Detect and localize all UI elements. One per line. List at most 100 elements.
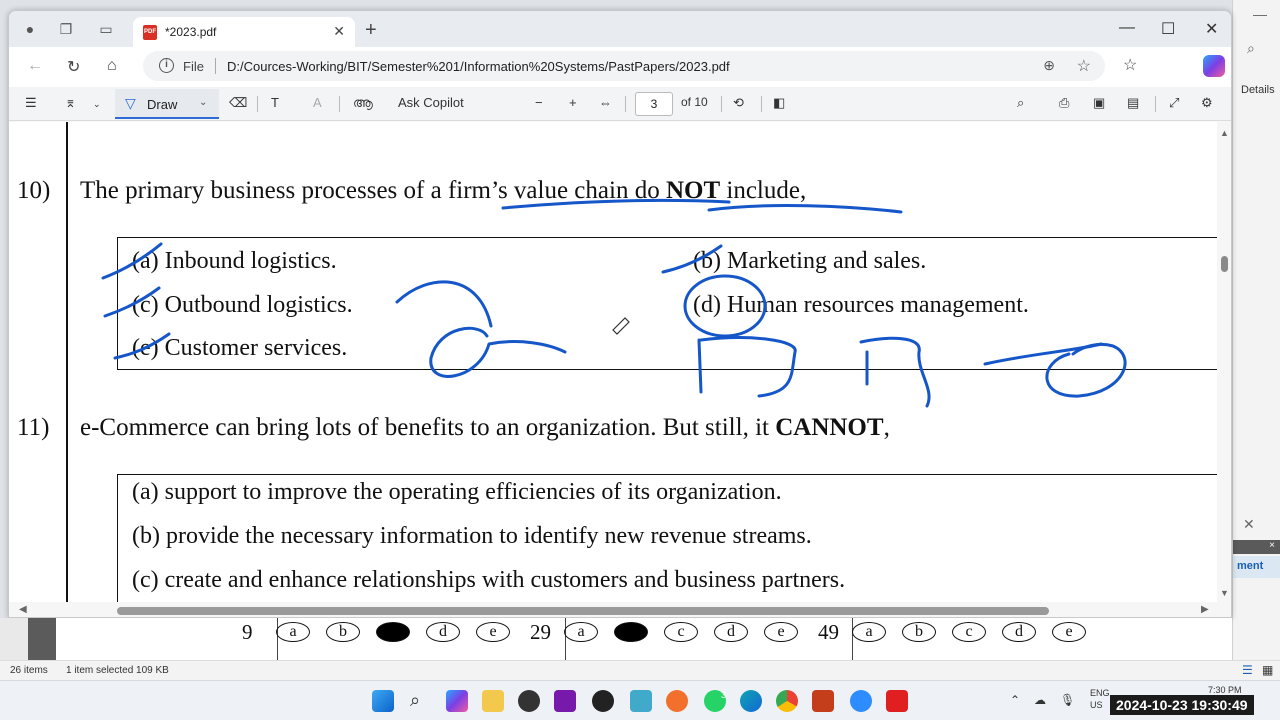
save-as-icon[interactable]: ▤ [1127, 95, 1139, 111]
ask-copilot-button[interactable]: Ask Copilot [398, 95, 464, 110]
close-icon[interactable]: ✕ [1243, 516, 1255, 533]
copilot-icon[interactable] [446, 690, 468, 712]
copilot-icon[interactable] [1203, 55, 1225, 77]
option-10a: (a) Inbound logistics. [132, 248, 337, 275]
microphone-icon[interactable]: 🎙 [1060, 693, 1075, 707]
chevron-down-icon[interactable]: ⌄ [199, 97, 207, 108]
answer-bubble: a [852, 622, 886, 642]
page-number-input[interactable]: 3 [635, 92, 673, 116]
language-indicator[interactable]: ENG US [1090, 687, 1110, 711]
chevron-up-icon[interactable]: ⌃ [1010, 693, 1020, 707]
notification-badge: 3 [720, 690, 726, 700]
favorite-star-icon[interactable]: ☆ [1077, 56, 1091, 76]
home-icon[interactable]: ⌂ [107, 57, 117, 75]
chrome-icon[interactable] [776, 690, 798, 712]
zoom-icon[interactable]: ⊕ [1043, 57, 1055, 74]
acrobat-icon[interactable] [886, 690, 908, 712]
option-10d: (d) Human resources management. [693, 292, 1029, 319]
profile-icon[interactable]: ● [21, 21, 39, 39]
text-format-icon[interactable]: A [313, 95, 322, 110]
text-box-icon[interactable]: T [271, 95, 279, 110]
horizontal-scrollbar[interactable]: ◀ ▶ [9, 602, 1217, 617]
onenote-icon[interactable] [554, 690, 576, 712]
fullscreen-icon[interactable]: ⤢ [1169, 95, 1179, 111]
search-icon[interactable]: ⌕ [1017, 95, 1024, 111]
page-view-icon[interactable]: ◧ [773, 95, 785, 111]
tiles-view-icon[interactable]: ▦ [1262, 663, 1273, 677]
system-time[interactable]: 7:30 PM [1208, 685, 1242, 695]
pdf-viewer[interactable]: 10) The primary business processes of a … [9, 122, 1231, 617]
back-icon[interactable]: ← [27, 57, 43, 75]
print-icon[interactable]: ⎙ [1059, 95, 1069, 111]
side-panel-button[interactable]: ment [1233, 556, 1280, 578]
divider [721, 96, 722, 112]
cloud-icon[interactable]: ☁ [1034, 693, 1046, 707]
question-text: The primary business processes of a firm… [80, 177, 666, 204]
minimize-window-icon[interactable]: — [1119, 19, 1135, 37]
scroll-down-icon[interactable]: ▼ [1220, 588, 1229, 598]
contents-icon[interactable]: ☰ [25, 95, 37, 111]
powerpoint-icon[interactable] [812, 690, 834, 712]
firefox-icon[interactable] [666, 690, 688, 712]
whatsapp-icon[interactable]: 3 [704, 690, 726, 712]
answer-bubble: d [426, 622, 460, 642]
draw-button[interactable]: ▽ Draw ⌄ [115, 89, 219, 119]
ink-underline [707, 204, 903, 214]
close-window-icon[interactable]: ✕ [1205, 19, 1218, 39]
scroll-thumb[interactable] [117, 607, 1049, 615]
minimize-icon[interactable]: — [1253, 6, 1267, 22]
close-tab-icon[interactable]: ✕ [333, 23, 345, 40]
details-view-icon[interactable]: ☰ [1242, 663, 1253, 677]
scroll-right-icon[interactable]: ▶ [1201, 604, 1209, 615]
zoom-icon[interactable] [850, 690, 872, 712]
chevron-down-icon[interactable]: ⌄ [93, 99, 101, 110]
search-icon[interactable]: ⌕ [410, 690, 432, 712]
start-icon[interactable] [372, 690, 394, 712]
answer-bubble: d [1002, 622, 1036, 642]
edge-icon[interactable] [740, 690, 762, 712]
highlight-icon[interactable]: ⌆ [65, 95, 76, 111]
divider [852, 618, 853, 660]
fit-width-icon[interactable]: ⇔ [599, 95, 612, 110]
answer-bubble: c [952, 622, 986, 642]
question-emphasis: CANNOT [775, 414, 884, 441]
url-text[interactable]: D:/Cources-Working/BIT/Semester%201/Info… [227, 59, 730, 74]
github-icon[interactable] [592, 690, 614, 712]
draw-label: Draw [147, 97, 178, 112]
settings-gear-icon[interactable]: ⚙ [1201, 95, 1213, 111]
vertical-scrollbar[interactable]: ▲ ▼ [1217, 122, 1231, 617]
scroll-up-icon[interactable]: ▲ [1220, 128, 1229, 138]
snipping-tool-icon[interactable] [630, 690, 652, 712]
collections-icon[interactable]: ❐ [57, 21, 75, 39]
rotate-icon[interactable]: ⟲ [733, 95, 744, 111]
answer-bubble: e [764, 622, 798, 642]
address-bar[interactable]: i File D:/Cources-Working/BIT/Semester%2… [143, 51, 1105, 81]
info-icon[interactable]: i [159, 58, 174, 73]
new-tab-icon[interactable]: + [365, 19, 377, 42]
question-10-number: 10) [17, 177, 51, 204]
search-icon[interactable]: ⌕ [1247, 40, 1255, 57]
eraser-icon[interactable]: ⌫ [229, 95, 247, 111]
maximize-window-icon[interactable]: ☐ [1161, 19, 1175, 39]
read-aloud-icon[interactable]: ആ [353, 95, 373, 111]
details-label[interactable]: Details [1241, 84, 1275, 96]
tab-2023-pdf[interactable]: PDF *2023.pdf ✕ [133, 17, 355, 47]
answer-bubble: b [902, 622, 936, 642]
divider [339, 96, 340, 112]
option-text: create and enhance relationships with cu… [164, 567, 846, 593]
tab-actions-icon[interactable]: ▭ [97, 21, 115, 39]
zoom-in-icon[interactable]: + [569, 95, 577, 110]
zoom-out-icon[interactable]: − [535, 95, 543, 110]
option-10c: (c) Outbound logistics. [132, 292, 353, 319]
option-11b: (b) provide the necessary information to… [132, 523, 812, 550]
option-letter: (c) [132, 567, 159, 593]
option-10b: (b) Marketing and sales. [693, 248, 926, 275]
screen: — ⌕ Details ✕ × ment ● ❐ ▭ PDF *2023.pdf… [0, 0, 1280, 720]
save-icon[interactable]: ▣ [1093, 95, 1105, 111]
app-icon[interactable] [518, 690, 540, 712]
refresh-icon[interactable]: ↻ [67, 57, 80, 77]
file-explorer-icon[interactable] [482, 690, 504, 712]
scroll-left-icon[interactable]: ◀ [19, 604, 27, 615]
scroll-thumb[interactable] [1221, 256, 1228, 272]
favorites-icon[interactable]: ☆ [1123, 55, 1137, 75]
